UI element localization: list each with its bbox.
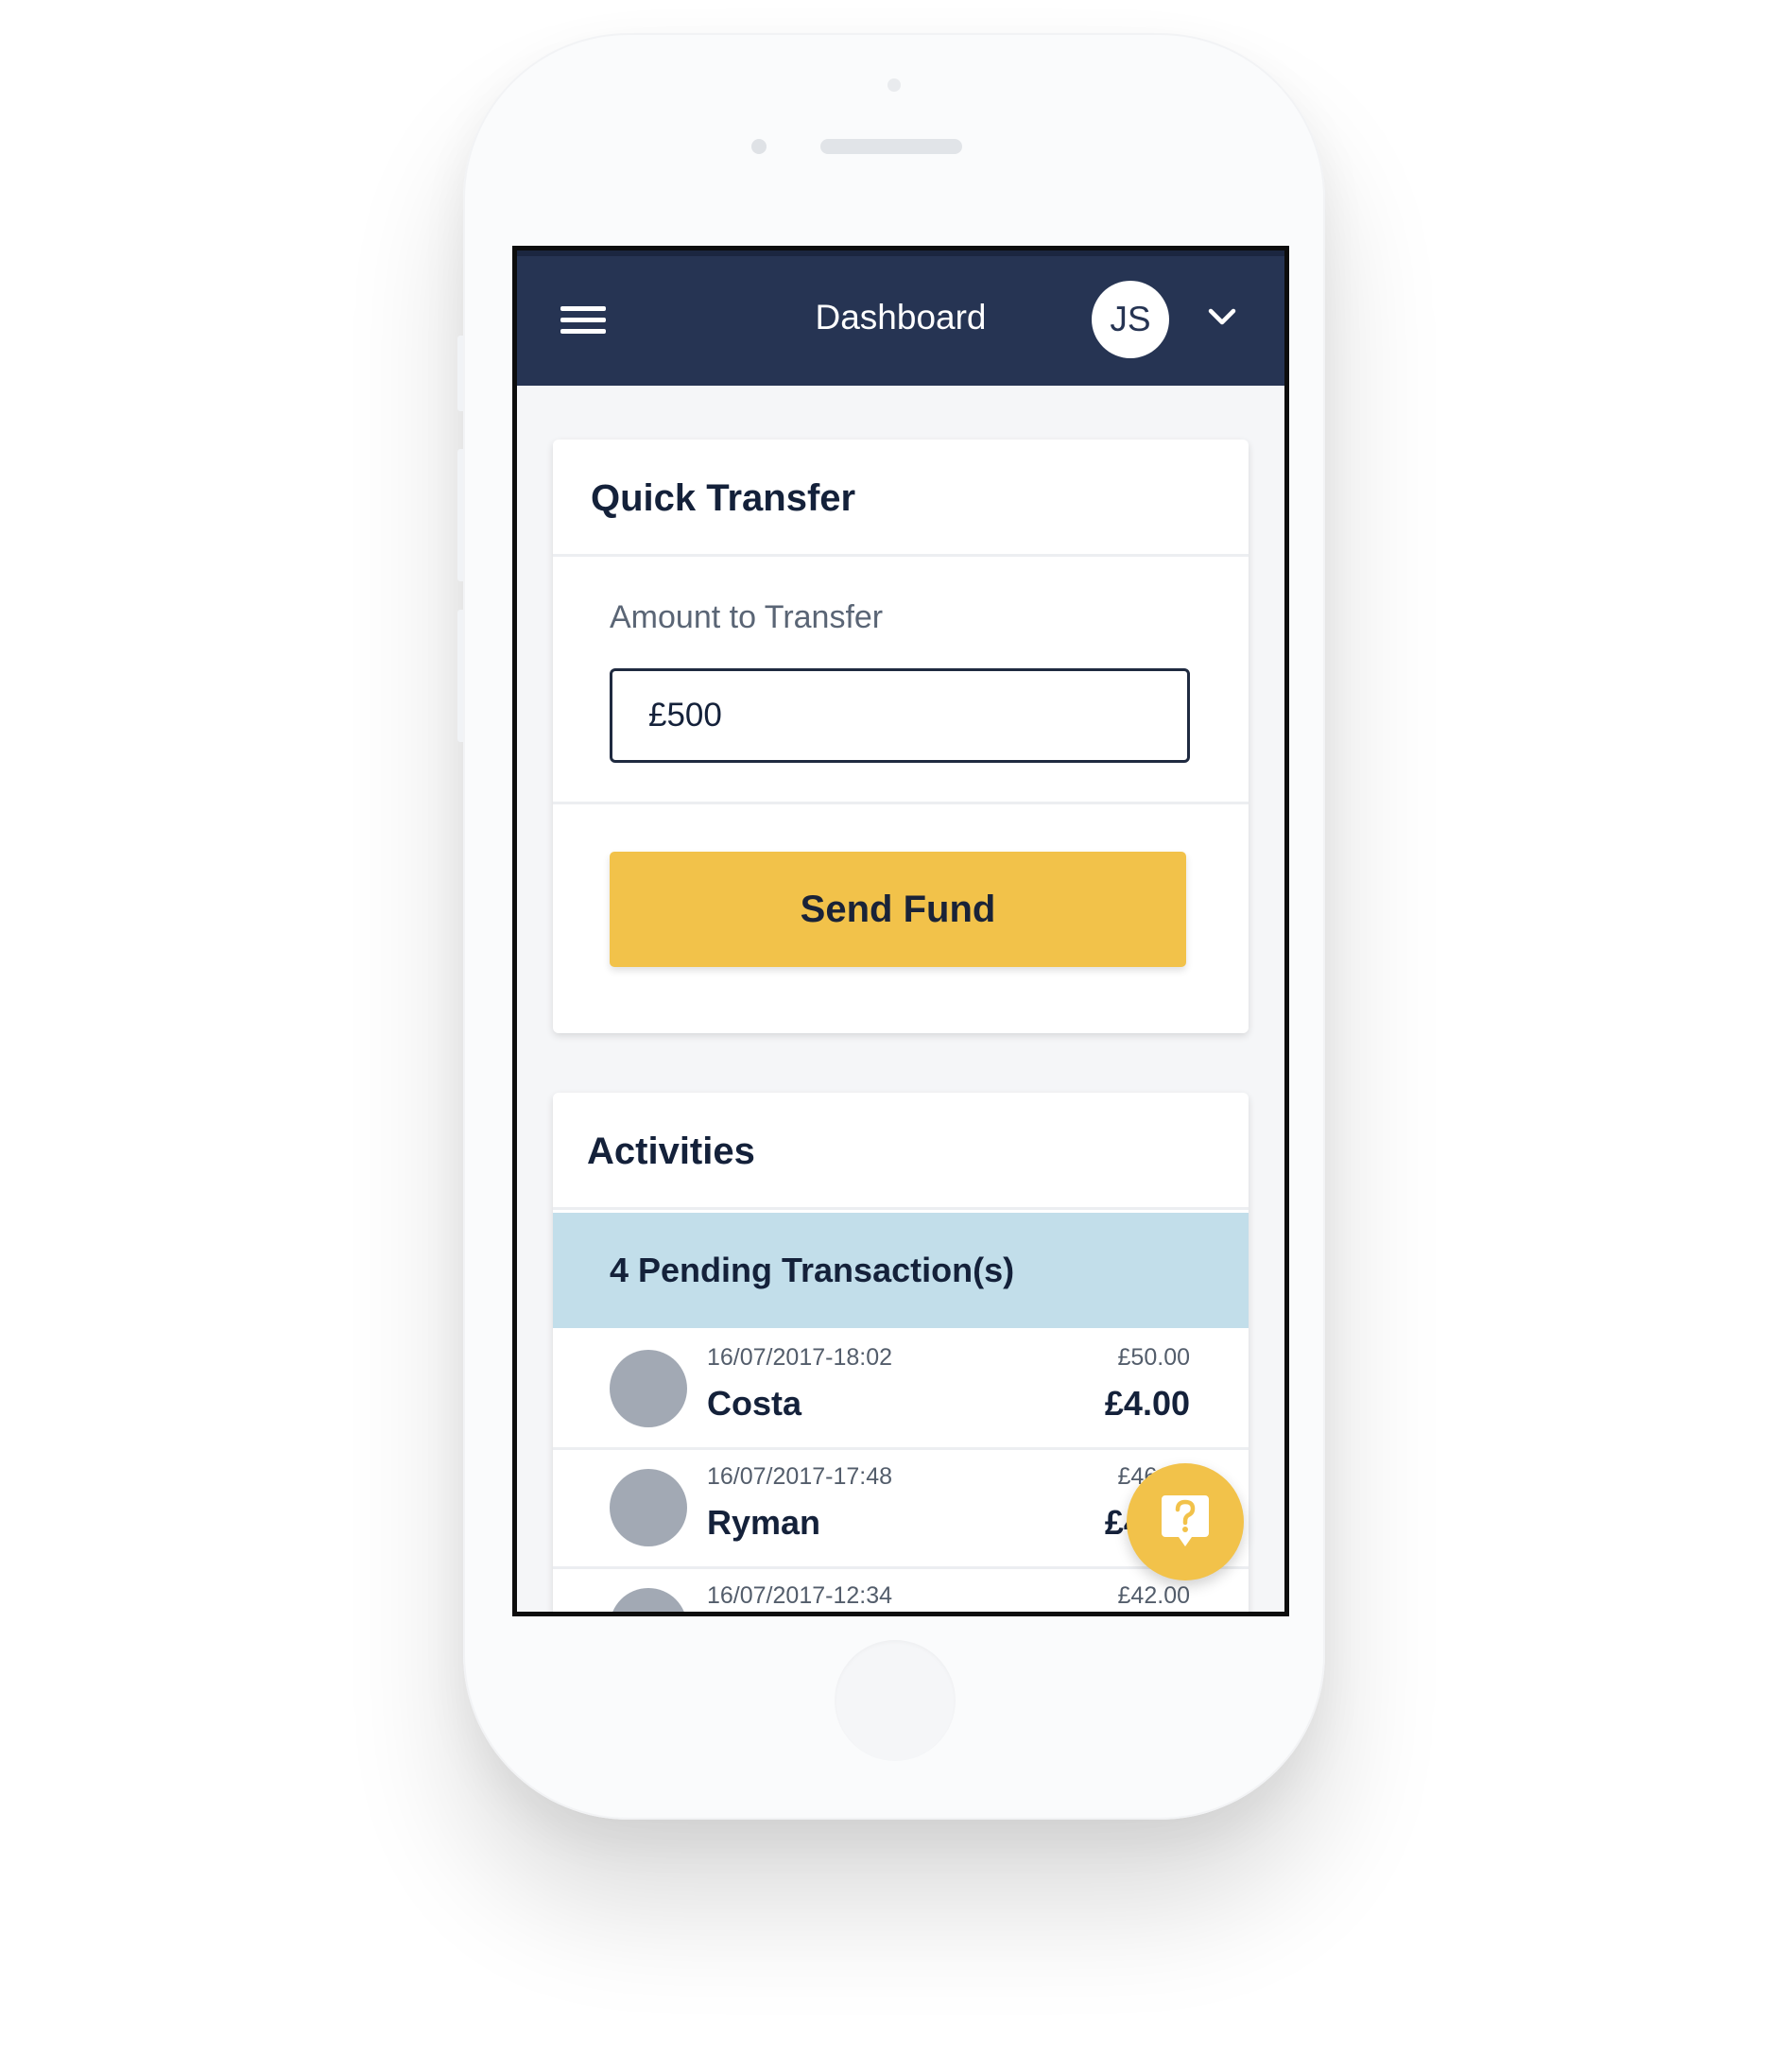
user-avatar[interactable]: JS: [1092, 281, 1169, 358]
help-question-icon: [1162, 1495, 1209, 1546]
quick-transfer-title: Quick Transfer: [591, 477, 856, 519]
quick-transfer-card: Quick Transfer Amount to Transfer Send F…: [553, 440, 1249, 1033]
proximity-sensor: [751, 139, 767, 154]
transaction-date: 16/07/2017-17:48: [707, 1463, 893, 1490]
volume-up-button: [457, 449, 463, 581]
merchant-name: Ryman: [707, 1503, 821, 1542]
mute-switch: [457, 336, 463, 411]
app-screen: Dashboard JS Quick Transfer Amount to Tr…: [512, 246, 1289, 1616]
amount-input[interactable]: [610, 668, 1190, 763]
transaction-date: 16/07/2017-18:02: [707, 1344, 893, 1371]
chevron-down-icon[interactable]: [1207, 305, 1237, 328]
home-button[interactable]: [835, 1640, 956, 1761]
transaction-row[interactable]: 16/07/2017-12:34 £42.00: [553, 1569, 1249, 1612]
pending-transactions-banner[interactable]: 4 Pending Transaction(s): [553, 1213, 1249, 1328]
transaction-date: 16/07/2017-12:34: [707, 1582, 893, 1609]
volume-down-button: [457, 610, 463, 742]
amount-label: Amount to Transfer: [610, 599, 884, 635]
page-title: Dashboard: [815, 298, 987, 337]
help-button[interactable]: [1127, 1463, 1244, 1580]
transaction-amount: £4.00: [1104, 1384, 1190, 1423]
transaction-total: £42.00: [1117, 1582, 1190, 1609]
merchant-avatar: [610, 1469, 687, 1546]
merchant-avatar: [610, 1350, 687, 1427]
front-camera: [887, 78, 901, 92]
pending-transactions-label: 4 Pending Transaction(s): [610, 1251, 1015, 1289]
merchant-avatar: [610, 1588, 687, 1612]
merchant-name: Costa: [707, 1384, 802, 1423]
transaction-list: 16/07/2017-18:02 Costa £50.00 £4.00 16/0…: [553, 1331, 1249, 1612]
top-navigation-bar: Dashboard JS: [517, 250, 1284, 386]
amount-field-section: Amount to Transfer: [553, 557, 1249, 804]
transaction-row[interactable]: 16/07/2017-18:02 Costa £50.00 £4.00: [553, 1331, 1249, 1450]
transaction-total: £50.00: [1117, 1344, 1190, 1371]
activities-title: Activities: [587, 1131, 755, 1172]
activities-header: Activities: [553, 1093, 1249, 1210]
quick-transfer-header: Quick Transfer: [553, 440, 1249, 557]
earpiece-speaker: [820, 139, 962, 154]
send-fund-button[interactable]: Send Fund: [610, 852, 1186, 967]
